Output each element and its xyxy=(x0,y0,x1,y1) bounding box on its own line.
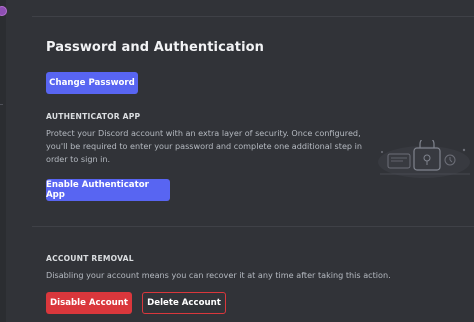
disable-account-button[interactable]: Disable Account xyxy=(46,292,132,314)
authenticator-heading: AUTHENTICATOR APP xyxy=(46,112,141,121)
top-divider xyxy=(32,16,474,17)
page-title: Password and Authentication xyxy=(46,40,265,55)
server-icon[interactable] xyxy=(0,6,7,16)
authenticator-description-line: order to sign in. xyxy=(46,153,111,164)
delete-account-button[interactable]: Delete Account xyxy=(142,292,226,314)
sidebar-edge xyxy=(0,0,7,322)
security-illustration-icon xyxy=(378,140,470,178)
user-settings-panel: Password and Authentication Change Passw… xyxy=(0,0,474,322)
authenticator-description-line: you'll be required to enter your passwor… xyxy=(46,140,363,151)
sidebar-divider xyxy=(0,104,3,105)
authenticator-description-line: Protect your Discord account with an ext… xyxy=(46,128,361,138)
enable-authenticator-button[interactable]: Enable Authenticator App xyxy=(46,179,170,201)
account-removal-description: Disabling your account means you can rec… xyxy=(46,270,391,280)
account-removal-heading: ACCOUNT REMOVAL xyxy=(46,254,134,263)
change-password-button[interactable]: Change Password xyxy=(46,72,138,94)
authenticator-description: Protect your Discord account with an ext… xyxy=(46,127,362,165)
section-divider xyxy=(32,226,474,227)
